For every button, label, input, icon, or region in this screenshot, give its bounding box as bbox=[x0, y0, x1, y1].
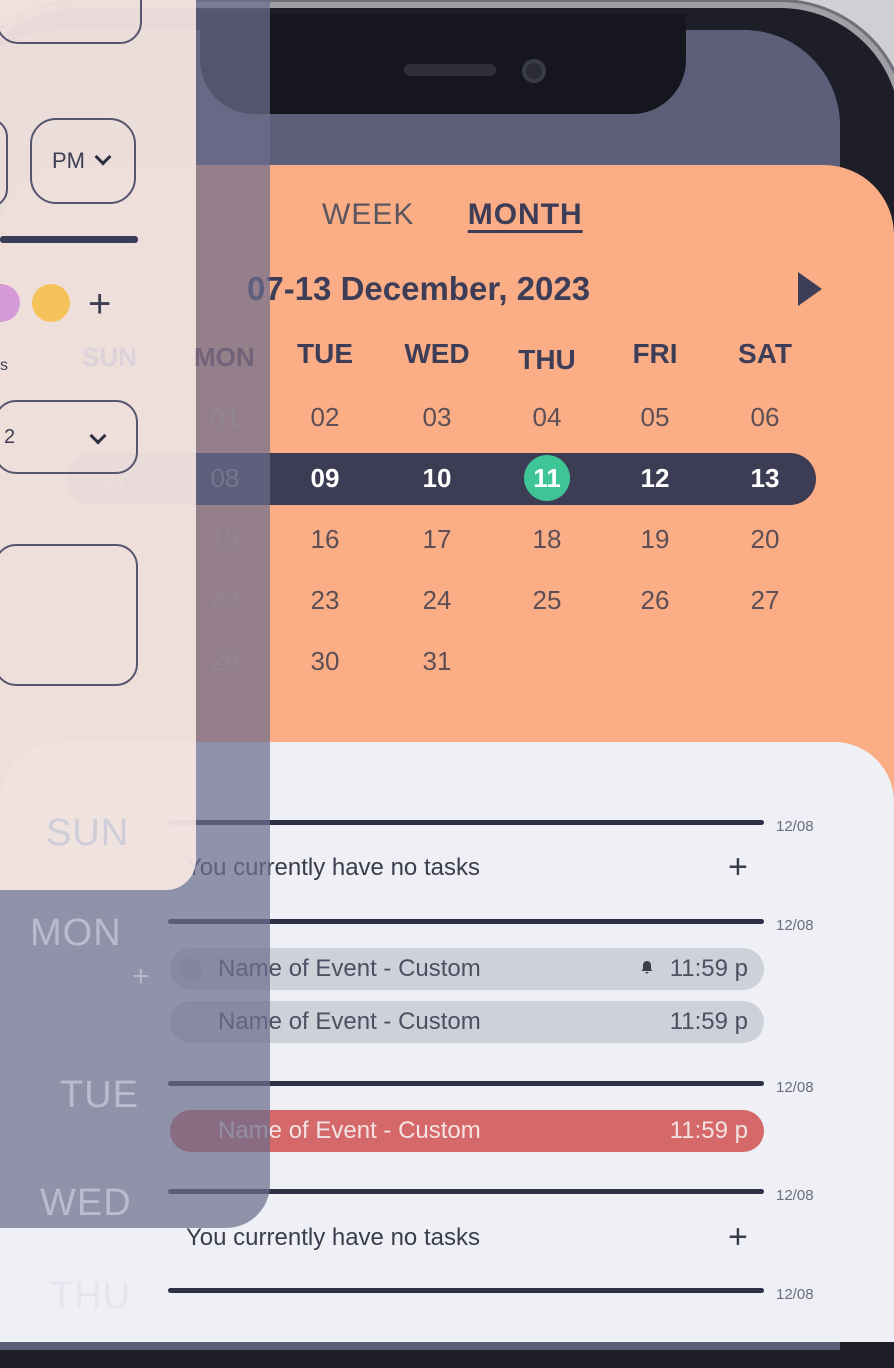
calendar-day[interactable]: 26 bbox=[600, 585, 710, 616]
calendar-day[interactable]: 17 bbox=[382, 524, 492, 555]
day-name-thu: THU bbox=[518, 344, 576, 375]
task-day-label-thu: THU bbox=[50, 1275, 132, 1317]
calendar-day[interactable]: 19 bbox=[600, 524, 710, 555]
bell-icon bbox=[641, 961, 653, 974]
separator-date: 12/08 bbox=[776, 917, 814, 934]
calendar-day[interactable]: 09 bbox=[270, 463, 380, 494]
separator-date: 12/08 bbox=[776, 1187, 814, 1204]
color-option-yellow[interactable] bbox=[32, 284, 70, 322]
calendar-day[interactable]: 06 bbox=[710, 402, 820, 433]
view-toggle: WEEK MONTH bbox=[322, 198, 583, 232]
faded-mon-label: MON bbox=[194, 342, 255, 372]
event-time: 11:59 p bbox=[669, 1008, 748, 1035]
today-marker: 11 bbox=[524, 455, 570, 501]
calendar-day[interactable]: 03 bbox=[382, 402, 492, 433]
calendar-day[interactable]: 04 bbox=[492, 402, 602, 433]
date-range-title: 07-13 December, 2023 bbox=[247, 270, 591, 307]
day-separator-thu bbox=[168, 1288, 764, 1293]
add-color-plus-icon[interactable]: + bbox=[88, 282, 111, 327]
chevron-down-icon bbox=[94, 148, 112, 166]
day-name-wed: WED bbox=[404, 338, 470, 369]
ampm-value: PM bbox=[52, 148, 85, 173]
chevron-down-icon bbox=[89, 427, 107, 445]
separator-date: 12/08 bbox=[776, 1079, 814, 1096]
day-name-tue: TUE bbox=[297, 338, 353, 369]
separator-date: 12/08 bbox=[776, 818, 814, 835]
calendar-day[interactable]: 02 bbox=[270, 402, 380, 433]
calendar-day[interactable]: 31 bbox=[382, 646, 492, 677]
add-task-plus-icon[interactable]: + bbox=[728, 848, 748, 887]
task-day-label-wed: WED bbox=[40, 1182, 132, 1224]
faded-plus-icon: + bbox=[132, 960, 150, 993]
day-name-sat: SAT bbox=[738, 338, 792, 369]
calendar-day-today[interactable]: 11 bbox=[492, 455, 602, 501]
calendar-day[interactable]: 18 bbox=[492, 524, 602, 555]
no-tasks-text: You currently have no tasks bbox=[186, 1224, 480, 1251]
form-dropdown[interactable]: 2 bbox=[0, 400, 138, 474]
separator-date: 12/08 bbox=[776, 1286, 814, 1303]
form-textarea[interactable] bbox=[0, 544, 138, 686]
ampm-select[interactable]: PM bbox=[30, 118, 136, 204]
calendar-day[interactable]: 10 bbox=[382, 463, 492, 494]
calendar-day[interactable]: 27 bbox=[710, 585, 820, 616]
calendar-day[interactable]: 05 bbox=[600, 402, 710, 433]
calendar-day[interactable]: 20 bbox=[710, 524, 820, 555]
week-tab[interactable]: WEEK bbox=[322, 198, 414, 231]
task-day-label-mon: MON bbox=[30, 912, 122, 954]
next-week-triangle-icon[interactable] bbox=[798, 272, 822, 306]
day-name-fri: FRI bbox=[632, 338, 678, 369]
calendar-day[interactable]: 25 bbox=[492, 585, 602, 616]
event-time: 11:59 p bbox=[669, 1117, 748, 1144]
faded-sun-label: SUN bbox=[82, 342, 137, 372]
calendar-day[interactable]: 23 bbox=[270, 585, 380, 616]
task-day-label-sun: SUN bbox=[46, 812, 130, 854]
calendar-day[interactable]: 16 bbox=[270, 524, 380, 555]
form-divider bbox=[0, 236, 138, 243]
event-time: 11:59 p bbox=[669, 955, 748, 982]
speaker-grille bbox=[404, 64, 496, 76]
calendar-day[interactable]: 13 bbox=[710, 463, 820, 494]
calendar-day[interactable]: 24 bbox=[382, 585, 492, 616]
task-day-label-tue: TUE bbox=[60, 1074, 139, 1116]
month-tab[interactable]: MONTH bbox=[468, 198, 583, 231]
calendar-day[interactable]: 12 bbox=[600, 463, 710, 494]
calendar-day[interactable]: 30 bbox=[270, 646, 380, 677]
front-camera bbox=[522, 59, 546, 83]
add-task-plus-icon[interactable]: + bbox=[728, 1218, 748, 1257]
form-input-top[interactable] bbox=[0, 0, 142, 44]
form-label-fragment: s bbox=[0, 357, 8, 374]
dropdown-value: 2 bbox=[4, 426, 16, 448]
form-input-edge[interactable] bbox=[0, 118, 8, 208]
